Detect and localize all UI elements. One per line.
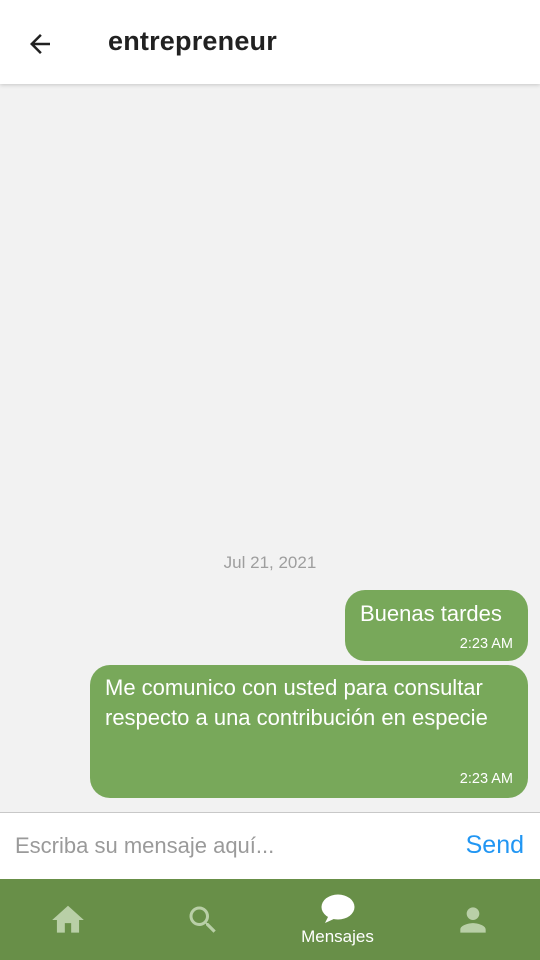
app-bar: entrepreneur <box>0 0 540 84</box>
search-icon <box>189 906 216 933</box>
message-text: Me comunico con usted para consultar res… <box>105 675 488 730</box>
message-bubble[interactable]: Buenas tardes 2:23 AM <box>345 590 528 661</box>
date-divider: Jul 21, 2021 <box>223 553 317 572</box>
message-time: 2:23 AM <box>459 771 513 787</box>
message-composer: Send <box>0 812 540 879</box>
nav-item-profile[interactable] <box>405 879 540 960</box>
send-button[interactable]: Send <box>466 831 524 860</box>
message-bubble[interactable]: Me comunico con usted para consultar res… <box>90 665 528 798</box>
back-button[interactable] <box>18 22 62 66</box>
page-title: entrepreneur <box>108 26 277 56</box>
nav-item-home[interactable] <box>0 879 135 960</box>
nav-item-search[interactable] <box>135 879 270 960</box>
chat-bubble-icon <box>321 894 354 923</box>
message-text: Buenas tardes <box>360 601 502 626</box>
home-icon <box>51 905 84 933</box>
message-time: 2:23 AM <box>459 636 513 652</box>
nav-label-mensajes: Mensajes <box>301 926 374 946</box>
bottom-nav: Mensajes <box>0 879 540 960</box>
person-icon <box>459 906 486 933</box>
message-input[interactable] <box>0 813 455 879</box>
chat-area[interactable]: Jul 21, 2021 Buenas tardes 2:23 AM Me co… <box>0 84 540 812</box>
nav-item-mensajes[interactable]: Mensajes <box>270 879 405 960</box>
arrow-left-icon <box>30 34 50 54</box>
